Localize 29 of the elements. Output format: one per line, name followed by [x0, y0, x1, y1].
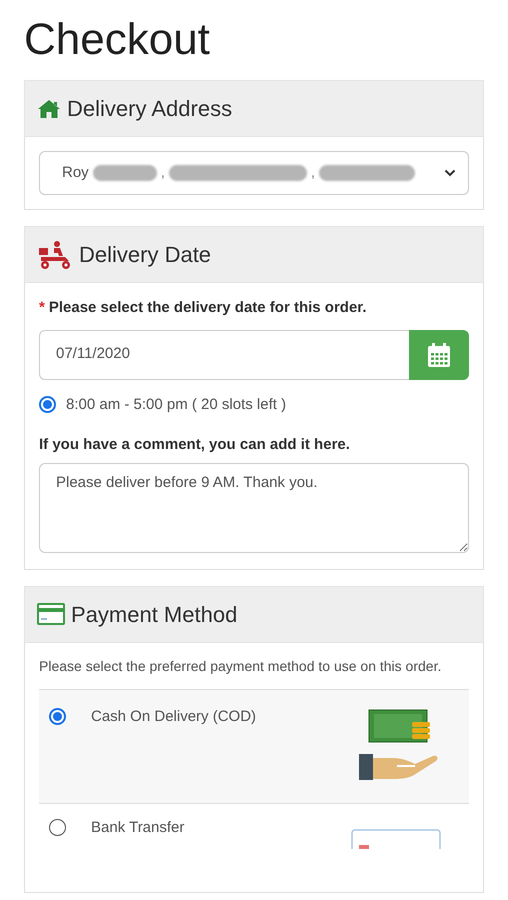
payment-option-label: Bank Transfer [91, 818, 186, 838]
chevron-down-icon [444, 169, 456, 177]
required-mark: * [39, 299, 45, 316]
credit-card-icon [37, 603, 65, 625]
radio-button[interactable] [49, 708, 66, 724]
calendar-button[interactable] [409, 330, 469, 380]
comment-field[interactable]: Please deliver before 9 AM. Thank you. [39, 462, 469, 552]
section-title: Payment Method [71, 600, 238, 629]
scooter-icon [37, 240, 73, 270]
address-name: Roy [62, 162, 89, 183]
payment-prompt: Please select the preferred payment method to use on this order. [39, 656, 442, 676]
payment-option[interactable]: Bank Transfer [39, 802, 469, 848]
calendar-icon [427, 342, 451, 368]
section-title: Delivery Date [79, 241, 212, 269]
payment-option[interactable]: Cash On Delivery (COD) [39, 688, 469, 802]
radio-button[interactable] [49, 818, 66, 836]
house-icon [37, 98, 61, 118]
radio-button[interactable] [39, 396, 56, 414]
section-title: Delivery Address [67, 95, 232, 123]
bank-icon [351, 828, 441, 848]
payment-option-label: Cash On Delivery (COD) [91, 706, 258, 726]
slot-label: 8:00 am - 5:00 pm ( 20 slots left ) [66, 394, 286, 414]
address-separator: , [310, 162, 316, 183]
address-select[interactable]: Roy , , [39, 151, 469, 195]
date-field[interactable]: 07/11/2020 [39, 330, 409, 380]
page-title: Checkout [24, 14, 211, 66]
comment-label: If you have a comment, you can add it here. [39, 435, 350, 455]
address-separator: , [160, 162, 165, 183]
date-prompt: Please select the delivery date for this order. [48, 299, 366, 316]
